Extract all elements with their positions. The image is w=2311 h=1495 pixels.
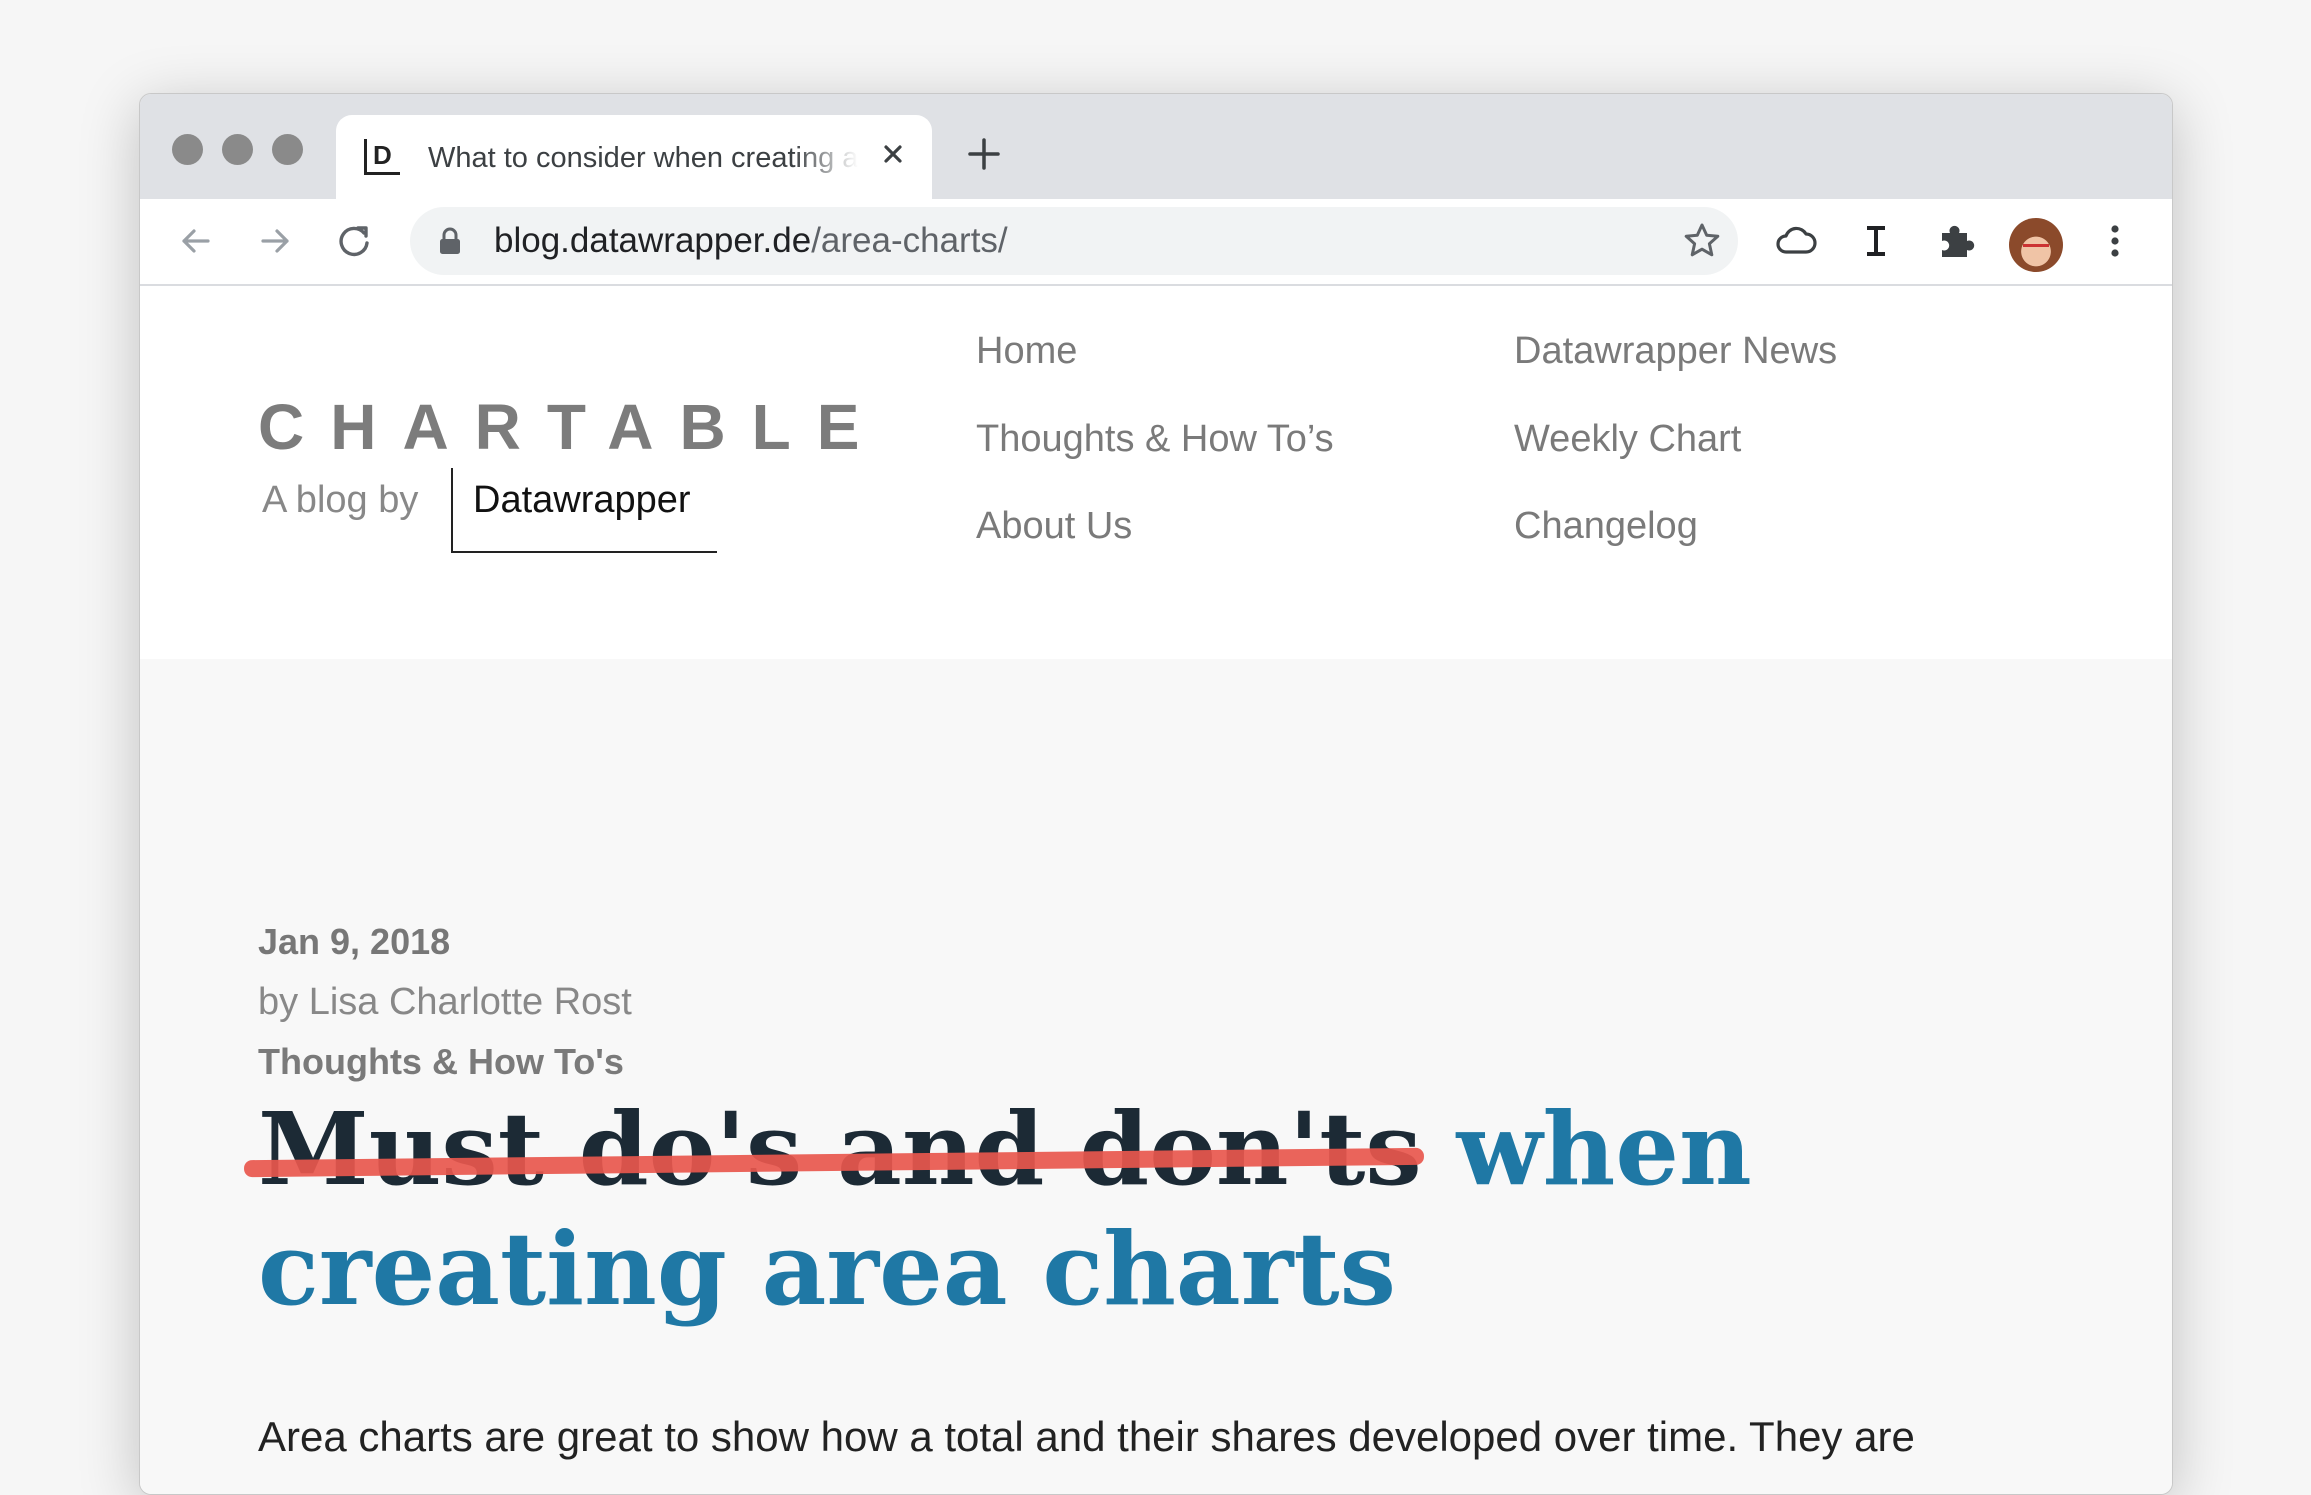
text-cursor-extension-icon[interactable] — [1854, 219, 1898, 263]
cloud-icon[interactable] — [1774, 219, 1818, 263]
close-tab-icon[interactable] — [876, 137, 910, 171]
nav-changelog[interactable]: Changelog — [1514, 505, 1698, 548]
nav-home[interactable]: Home — [976, 330, 1077, 373]
tab-title: What to consider when creating area char… — [428, 142, 858, 174]
article-date: Jan 9, 2018 — [258, 921, 451, 962]
lock-icon[interactable] — [438, 227, 462, 255]
reload-icon[interactable] — [332, 219, 376, 263]
address-bar[interactable]: blog.datawrapper.de/area-charts/ — [410, 207, 1738, 275]
nav-weekly-chart[interactable]: Weekly Chart — [1514, 418, 1741, 461]
tab-strip: D What to consider when creating area ch… — [140, 94, 2172, 199]
forward-arrow-icon[interactable] — [253, 219, 297, 263]
web-page: CHARTABLE A blog by Datawrapper Home Tho… — [140, 286, 2172, 1494]
article-headline: Must do's and don'ts when creating area … — [243, 1089, 2078, 1329]
headline-struck-phrase: Must do's and don'ts — [243, 1090, 1424, 1208]
back-arrow-icon[interactable] — [174, 219, 218, 263]
article-intro: Area charts are great to show how a tota… — [258, 1413, 1915, 1460]
nav-about[interactable]: About Us — [976, 505, 1132, 548]
datawrapper-favicon-icon: D — [364, 139, 400, 175]
profile-avatar[interactable] — [2009, 218, 2063, 272]
new-tab-icon[interactable] — [964, 134, 1004, 174]
nav-thoughts[interactable]: Thoughts & How To’s — [976, 418, 1334, 461]
close-window-button[interactable] — [172, 134, 203, 165]
datawrapper-brand-link[interactable]: Datawrapper — [473, 479, 691, 522]
minimize-window-button[interactable] — [222, 134, 253, 165]
site-tagline: A blog by — [262, 479, 419, 521]
article: Jan 9, 2018 by Lisa Charlotte Rost Thoug… — [140, 659, 2172, 1494]
extensions-puzzle-icon[interactable] — [1934, 219, 1978, 263]
site-header: CHARTABLE A blog by Datawrapper Home Tho… — [140, 286, 2172, 659]
avatar-glasses — [2023, 244, 2049, 253]
url-path: /area-charts/ — [811, 221, 1008, 260]
article-category[interactable]: Thoughts & How To's — [258, 1041, 624, 1083]
url-host: blog.datawrapper.de — [494, 221, 812, 260]
zoom-window-button[interactable] — [272, 134, 303, 165]
browser-tab[interactable]: D What to consider when creating area ch… — [336, 115, 932, 199]
site-logo[interactable]: CHARTABLE — [258, 390, 885, 464]
browser-toolbar: blog.datawrapper.de/area-charts/ — [140, 199, 2172, 286]
more-menu-icon[interactable] — [2093, 219, 2137, 263]
nav-news[interactable]: Datawrapper News — [1514, 330, 1837, 373]
article-author[interactable]: by Lisa Charlotte Rost — [258, 981, 632, 1024]
browser-window: D What to consider when creating area ch… — [139, 93, 2173, 1495]
url-text: blog.datawrapper.de/area-charts/ — [494, 207, 1008, 275]
bookmark-star-icon[interactable] — [1682, 221, 1722, 261]
